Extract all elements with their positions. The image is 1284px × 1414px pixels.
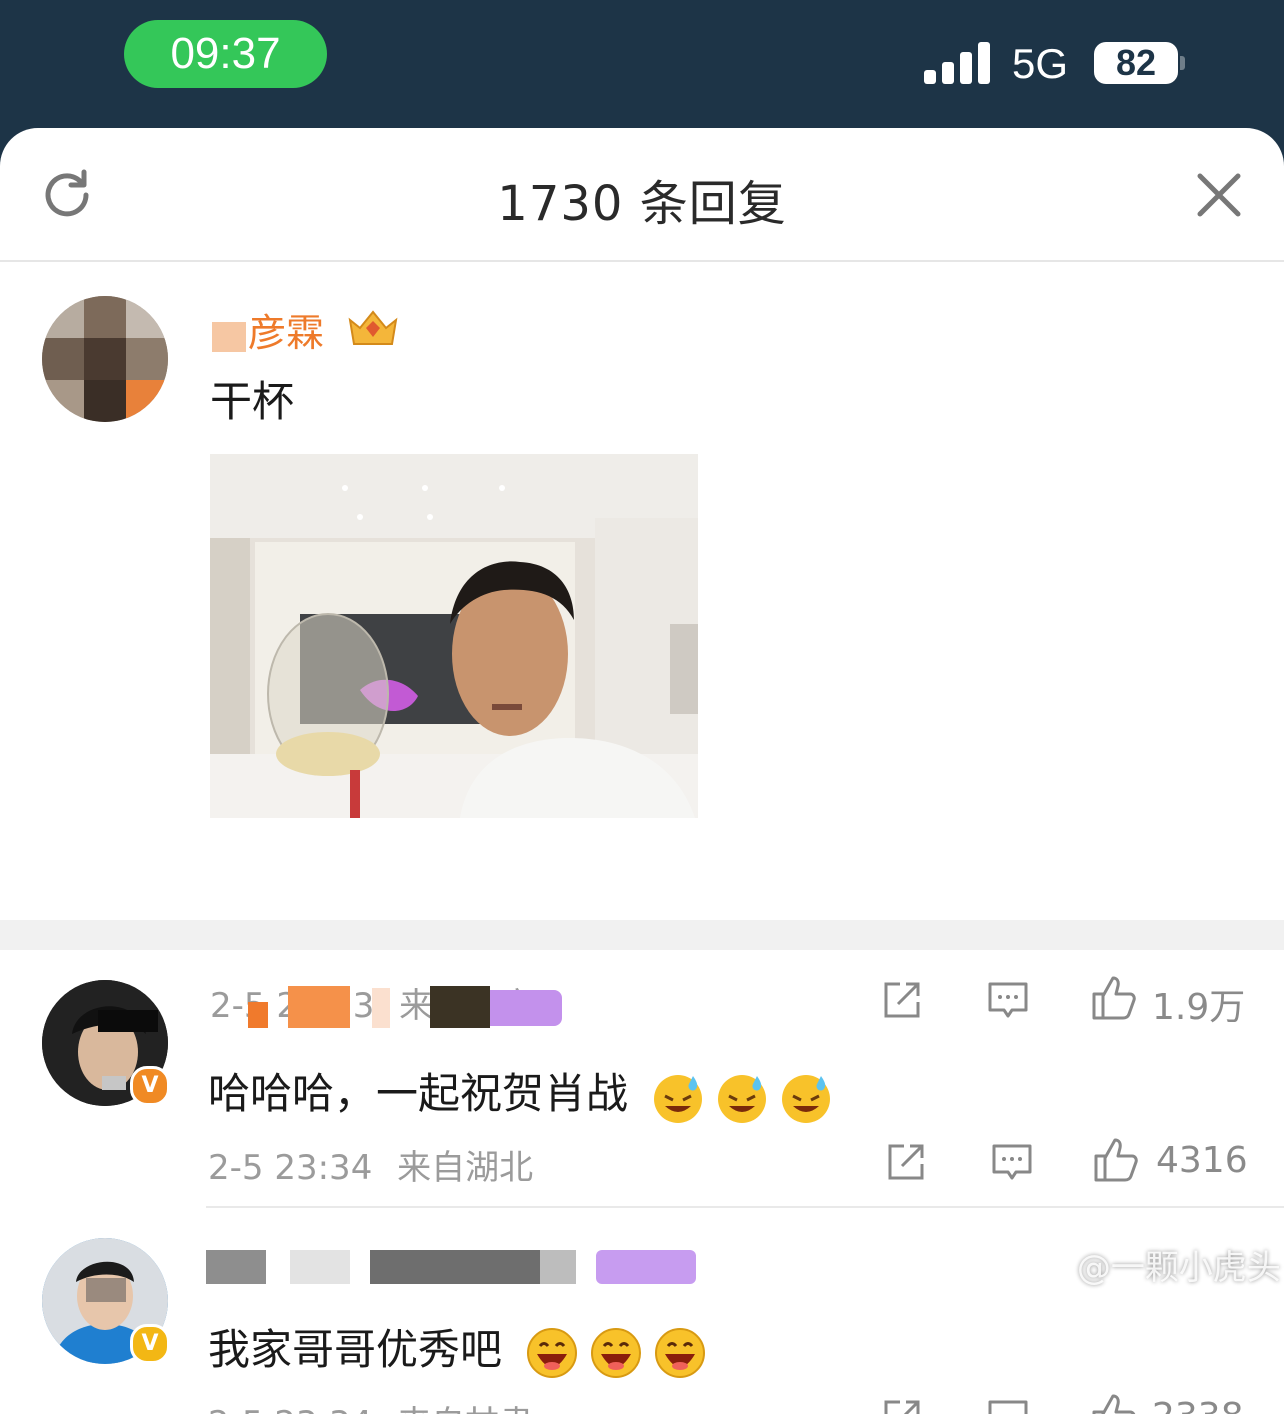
weibo-watermark: @一颗小虎头	[1020, 1240, 1281, 1289]
laugh-emoji-icon	[527, 1327, 578, 1378]
username-redacted	[288, 986, 350, 1028]
network-label: 5G	[1012, 40, 1069, 87]
comment-time: 2-5 23:34	[208, 1148, 373, 1188]
username-redacted	[248, 1002, 268, 1028]
comment-text-body: 我家哥哥优秀吧	[208, 1325, 503, 1374]
crown-badge-icon	[348, 310, 398, 345]
comment-divider	[206, 1206, 1284, 1208]
laugh-cry-emoji-icon	[718, 1074, 767, 1123]
laugh-cry-emoji-icon	[654, 1074, 703, 1123]
like-icon[interactable]	[1090, 1392, 1138, 1414]
weibo-logo-icon	[1020, 1254, 1064, 1287]
badge-redacted	[430, 986, 490, 1028]
comment-text: 哈哈哈，一起祝贺肖战	[208, 1060, 833, 1124]
laugh-emoji-icon	[655, 1327, 706, 1378]
sheet-header: 1730 条回复	[0, 128, 1284, 262]
comment-photo[interactable]	[210, 454, 698, 818]
status-bar: 09:37 5G 82	[0, 0, 1284, 130]
section-divider	[0, 920, 1284, 950]
replies-title: 1730 条回复	[497, 176, 787, 232]
battery-icon: 82	[1094, 42, 1178, 84]
laugh-emoji-icon	[591, 1327, 642, 1378]
reply-icon[interactable]	[990, 1140, 1034, 1184]
username-redacted	[290, 1250, 350, 1284]
signal-icon	[924, 42, 992, 84]
like-icon[interactable]	[1092, 1136, 1140, 1184]
comment-location: 来自甘肃	[397, 1404, 533, 1414]
close-icon[interactable]	[1194, 170, 1244, 220]
watermark-text: @一颗小虎头	[1076, 1248, 1281, 1288]
verified-badge-icon: V	[130, 1066, 170, 1106]
like-count: 2338	[1152, 1396, 1244, 1414]
like-count: 4316	[1156, 1140, 1248, 1181]
laugh-cry-emoji-icon	[782, 1074, 831, 1123]
username[interactable]: 彦霖	[248, 302, 324, 357]
badge-redacted	[490, 990, 562, 1026]
replies-sheet: 1730 条回复 彦霖 干杯 2-5 1.9万 V 哈哈哈，一起祝贺肖战 2-5…	[0, 128, 1284, 1414]
username-redacted	[212, 322, 246, 352]
avatar[interactable]	[42, 296, 168, 422]
username-redacted	[540, 1250, 576, 1284]
share-icon[interactable]	[884, 1140, 928, 1184]
battery-tip	[1180, 56, 1185, 70]
comment-item: V 哈哈哈，一起祝贺肖战 2-5 23:34 来自湖北 4316	[0, 978, 1284, 1218]
comment-text-body: 哈哈哈，一起祝贺肖战	[208, 1069, 629, 1118]
comment-meta: 2-5 23:34 来自湖北	[208, 1140, 533, 1189]
comment-text: 我家哥哥优秀吧	[208, 1316, 707, 1380]
comment-meta: 2-5 23:34 来自甘肃	[208, 1396, 533, 1414]
comment-time: 2-5 23:34	[208, 1404, 372, 1414]
comment-text: 干杯	[210, 377, 295, 426]
share-icon[interactable]	[880, 1396, 924, 1414]
username-redacted	[372, 988, 390, 1028]
comment-location: 来自湖北	[397, 1148, 534, 1188]
comment-item: 彦霖 干杯 2-5 1.9万	[0, 288, 1284, 1028]
badge-redacted	[596, 1250, 696, 1284]
username-redacted	[370, 1250, 540, 1284]
time-display: 09:37	[124, 20, 327, 88]
reply-icon[interactable]	[986, 1396, 1030, 1414]
verified-badge-icon: V	[130, 1324, 170, 1364]
username-redacted	[206, 1250, 266, 1284]
